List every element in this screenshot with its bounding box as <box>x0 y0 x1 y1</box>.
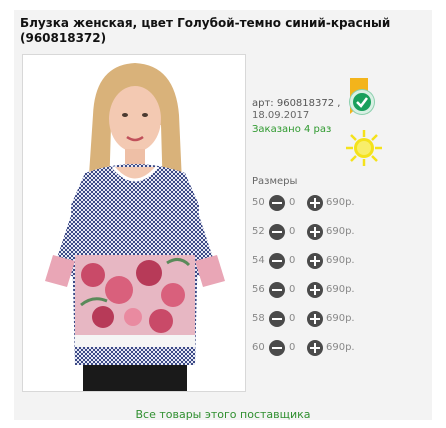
quantity-value: 0 <box>289 313 296 324</box>
size-row: 50 0 690р. <box>252 194 392 212</box>
minus-circle-icon[interactable] <box>269 282 285 298</box>
plus-circle-icon[interactable] <box>307 195 323 211</box>
minus-circle-icon[interactable] <box>269 253 285 269</box>
size-value: 52 <box>252 226 265 237</box>
product-card: Блузка женская, цвет Голубой-темно синий… <box>14 10 432 421</box>
product-photo[interactable] <box>22 54 246 392</box>
plus-circle-icon[interactable] <box>307 340 323 356</box>
size-value: 56 <box>252 284 265 295</box>
price-value: 690р. <box>326 284 355 295</box>
quantity-value: 0 <box>289 197 296 208</box>
quantity-value: 0 <box>289 284 296 295</box>
size-row: 58 0 690р. <box>252 310 392 328</box>
price-value: 690р. <box>326 342 355 353</box>
size-row: 60 0 690р. <box>252 339 392 357</box>
minus-circle-icon[interactable] <box>269 340 285 356</box>
price-value: 690р. <box>326 313 355 324</box>
size-value: 58 <box>252 313 265 324</box>
supplier-products-link[interactable]: Все товары этого поставщика <box>14 408 432 421</box>
quantity-value: 0 <box>289 226 296 237</box>
plus-circle-icon[interactable] <box>307 311 323 327</box>
minus-circle-icon[interactable] <box>269 224 285 240</box>
plus-circle-icon[interactable] <box>307 253 323 269</box>
sizes-title: Размеры <box>252 176 298 187</box>
blouse-illustration <box>45 63 225 391</box>
check-badge-icon[interactable] <box>350 90 374 114</box>
size-row: 56 0 690р. <box>252 281 392 299</box>
size-row: 52 0 690р. <box>252 223 392 241</box>
quantity-value: 0 <box>289 342 296 353</box>
price-value: 690р. <box>326 197 355 208</box>
product-title: Блузка женская, цвет Голубой-темно синий… <box>20 16 391 45</box>
plus-circle-icon[interactable] <box>307 224 323 240</box>
size-value: 50 <box>252 197 265 208</box>
size-row: 54 0 690р. <box>252 252 392 270</box>
price-value: 690р. <box>326 255 355 266</box>
minus-circle-icon[interactable] <box>269 195 285 211</box>
size-value: 54 <box>252 255 265 266</box>
sun-icon <box>346 130 382 166</box>
size-value: 60 <box>252 342 265 353</box>
minus-circle-icon[interactable] <box>269 311 285 327</box>
product-date: 18.09.2017 <box>252 110 310 121</box>
quantity-value: 0 <box>289 255 296 266</box>
plus-circle-icon[interactable] <box>307 282 323 298</box>
price-value: 690р. <box>326 226 355 237</box>
